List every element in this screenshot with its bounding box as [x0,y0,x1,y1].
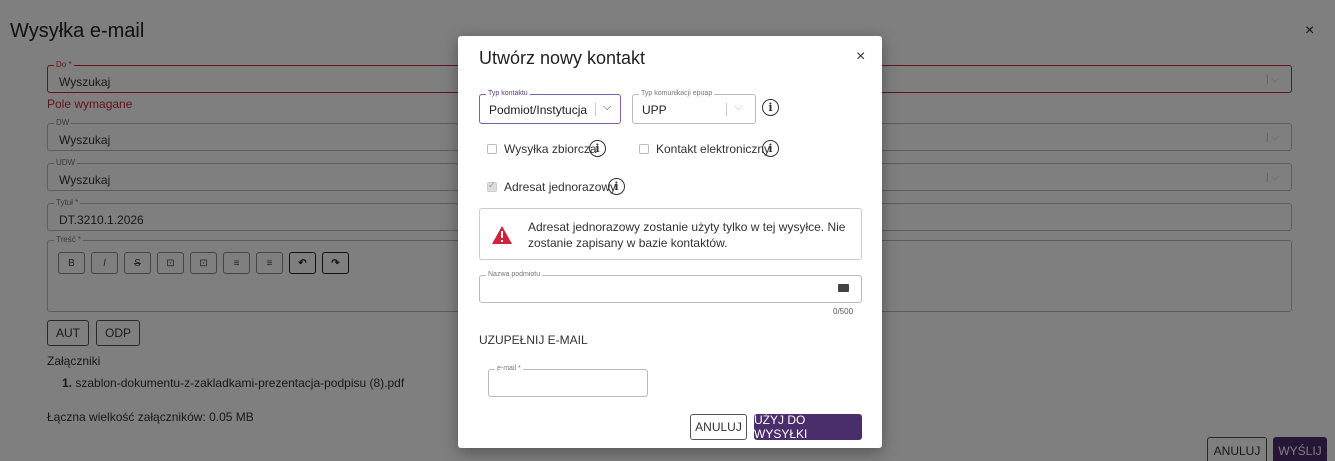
epuap-type-select[interactable]: Typ komunikacji epuap UPP ⌵ [632,89,756,124]
info-icon[interactable]: i [589,140,606,157]
dialog-title: Utwórz nowy kontakt [479,48,646,68]
cancel-button[interactable]: ANULUJ [690,414,747,440]
onetime-recipient-checkbox[interactable] [487,180,497,192]
keyboard-icon[interactable] [838,284,849,292]
use-for-sending-button[interactable]: UŻYJ DO WYSYŁKI [754,413,862,441]
warning-alert: Adresat jednorazowy zostanie użyty tylko… [479,208,862,260]
epuap-type-value: UPP [642,103,667,117]
close-icon[interactable]: × [856,48,865,66]
contact-type-select[interactable]: Typ kontaktu Podmiot/Instytucja ⌵ [479,89,621,124]
contact-type-value: Podmiot/Instytucja [489,103,588,117]
epuap-type-label: Typ komunikacji epuap [639,89,715,99]
entity-name-input[interactable]: Nazwa podmiotu [479,270,862,303]
warning-text: Adresat jednorazowy zostanie użyty tylko… [528,220,846,250]
info-icon[interactable]: i [762,140,779,157]
warning-icon [492,226,512,244]
chevron-down-icon[interactable]: ⌵ [734,101,742,114]
email-input[interactable]: e-mail * [488,364,648,397]
bulk-send-checkbox[interactable] [487,144,497,154]
info-icon[interactable]: i [762,99,779,116]
contact-type-label: Typ kontaktu [486,89,530,99]
email-label: e-mail * [495,364,523,374]
email-section-heading: UZUPEŁNIJ E-MAIL [479,333,588,347]
bulk-send-label: Wysyłka zbiorcza [504,142,597,156]
create-contact-dialog: Utwórz nowy kontakt × Typ kontaktu Podmi… [458,36,882,448]
onetime-recipient-label: Adresat jednorazowy [504,180,617,194]
entity-name-label: Nazwa podmiotu [486,270,543,280]
chevron-down-icon[interactable]: ⌵ [603,101,611,114]
electronic-contact-checkbox[interactable] [639,144,649,154]
electronic-contact-label: Kontakt elektroniczny [656,142,771,156]
char-counter: 0/500 [833,307,854,316]
info-icon[interactable]: i [608,178,625,195]
